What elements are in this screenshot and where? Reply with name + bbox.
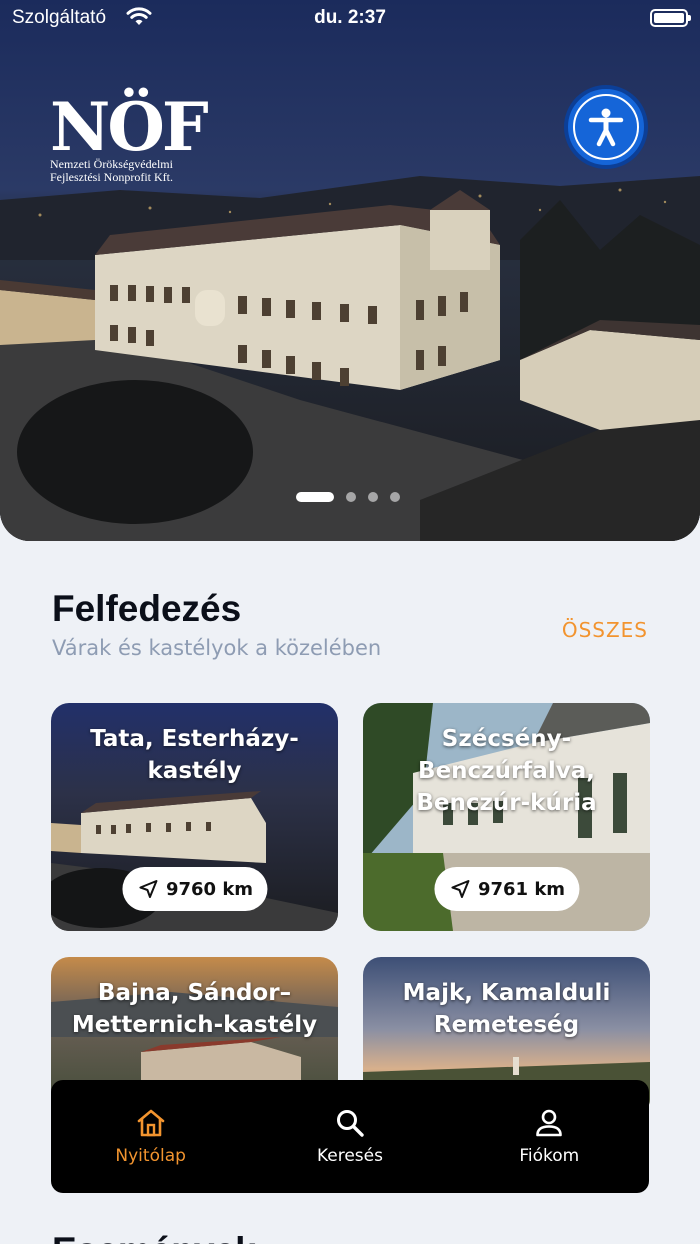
- distance-value: 9761 km: [477, 878, 566, 900]
- tab-label: Keresés: [316, 1145, 383, 1166]
- account-icon: [536, 1109, 563, 1136]
- status-bar: Szolgáltató du. 2:37: [0, 0, 700, 36]
- home-icon: [137, 1109, 164, 1136]
- pager-dot[interactable]: [390, 492, 400, 502]
- accessibility-button[interactable]: [564, 85, 648, 169]
- place-card[interactable]: Szécsény-Benczúrfalva, Benczúr-kúria 976…: [363, 703, 650, 931]
- status-time: du. 2:37: [314, 7, 386, 28]
- logo-line-2: Fejlesztési Nonprofit Kft.: [50, 170, 173, 184]
- card-title: Bajna, Sándor–Metternich-kastély: [71, 980, 318, 1038]
- accessibility-icon: [588, 108, 624, 147]
- card-title: Tata, Esterházy-kastély: [90, 726, 299, 784]
- pager-dot[interactable]: [368, 492, 378, 502]
- tab-label: Fiókom: [519, 1145, 580, 1166]
- carousel-pager[interactable]: [296, 492, 400, 502]
- see-all-link[interactable]: ÖSSZES: [562, 618, 648, 642]
- search-icon: [336, 1109, 364, 1137]
- battery-icon: [650, 9, 691, 27]
- place-card[interactable]: Tata, Esterházy-kastély 9760 km: [51, 703, 338, 931]
- distance-value: 9760 km: [165, 878, 254, 900]
- distance-badge: 9760 km: [121, 867, 268, 911]
- navigation-arrow-icon: [450, 880, 469, 898]
- section-title: Felfedezés: [52, 588, 242, 629]
- card-title: Szécsény-Benczúrfalva, Benczúr-kúria: [416, 726, 597, 816]
- navigation-arrow-icon: [138, 880, 157, 898]
- distance-badge: 9761 km: [433, 867, 580, 911]
- pager-dot[interactable]: [346, 492, 356, 502]
- hero-carousel[interactable]: Szolgáltató du. 2:37 NÖF Nemzeti Örökség…: [0, 0, 700, 541]
- tab-account[interactable]: Fiókom: [469, 1108, 629, 1166]
- hero-image: [0, 0, 700, 541]
- logo-mark: NÖF: [50, 88, 209, 166]
- events-section-title: Események: [52, 1230, 256, 1244]
- tab-label: Nyitólap: [115, 1145, 186, 1166]
- section-subtitle: Várak és kastélyok a közelében: [52, 636, 382, 660]
- tab-search[interactable]: Keresés: [270, 1108, 430, 1166]
- pager-dot-active[interactable]: [296, 492, 334, 502]
- nof-logo: NÖF Nemzeti Örökségvédelmi Fejlesztési N…: [50, 88, 209, 184]
- bottom-tab-bar: Nyitólap Keresés Fiókom: [51, 1080, 649, 1193]
- tab-home[interactable]: Nyitólap: [71, 1108, 231, 1166]
- card-title: Majk, Kamalduli Remeteség: [402, 980, 611, 1038]
